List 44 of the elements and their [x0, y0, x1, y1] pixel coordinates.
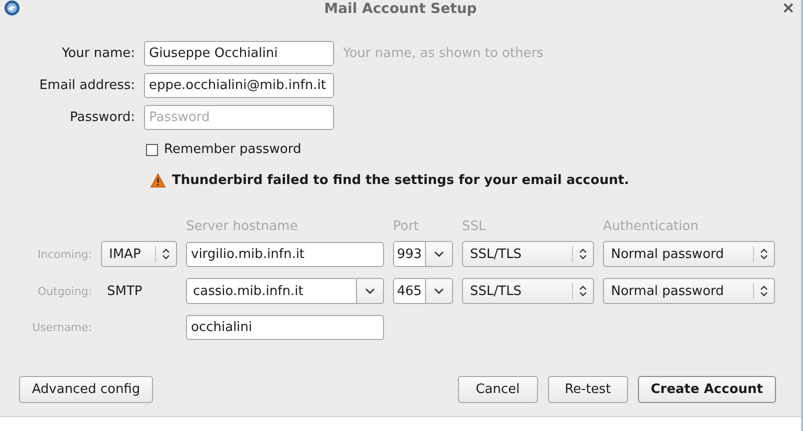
authentication-select[interactable]: Normal password — [603, 278, 775, 304]
warning-message: Thunderbird failed to find the settings for your email account. — [172, 173, 630, 188]
dialog-button[interactable]: Cancel — [458, 376, 538, 403]
port-combo[interactable]: 993 — [393, 241, 453, 267]
up-down-arrows-icon — [760, 248, 768, 260]
window-title: Mail Account Setup — [324, 1, 477, 17]
field-hint: Your name, as shown to others — [343, 46, 544, 61]
protocol-label: SMTP — [106, 284, 144, 298]
warning-icon — [150, 173, 166, 188]
column-header: Port — [393, 218, 420, 236]
up-down-arrows-icon — [579, 248, 587, 260]
ssl-select[interactable]: SSL/TLS — [462, 278, 594, 304]
field-label: Your name: — [60, 46, 135, 61]
up-down-arrows-icon — [162, 248, 170, 260]
chevron-down-icon — [434, 288, 444, 294]
dialog-button[interactable]: Advanced config — [19, 376, 154, 403]
up-down-arrows-icon — [760, 285, 768, 297]
input-field[interactable]: Giuseppe Occhialini — [144, 41, 334, 66]
bird-logo-icon — [4, 0, 20, 16]
input-field[interactable]: eppe.occhialini@mib.infn.it — [144, 73, 334, 98]
up-down-arrows-icon — [579, 285, 587, 297]
input-field[interactable]: Password — [144, 105, 334, 130]
column-header: Server hostname — [186, 218, 299, 236]
chevron-down-icon — [434, 251, 444, 257]
checkbox[interactable] — [146, 144, 158, 156]
column-header: Authentication — [603, 218, 700, 236]
protocol-select[interactable]: IMAP — [101, 241, 177, 267]
port-combo[interactable]: 465 — [393, 278, 453, 304]
username-field[interactable]: occhialini — [186, 315, 384, 340]
chevron-down-icon — [365, 288, 375, 294]
column-header: SSL — [462, 218, 487, 236]
field-label: Password: — [68, 110, 135, 125]
close-button[interactable]: × — [782, 0, 795, 17]
authentication-select[interactable]: Normal password — [603, 241, 775, 267]
row-label: Username: — [31, 321, 92, 334]
field-label: Email address: — [38, 78, 135, 93]
dialog-button[interactable]: Re-test — [548, 376, 628, 403]
row-label: Outgoing: — [36, 284, 92, 298]
checkbox-label[interactable]: Remember password — [164, 142, 302, 157]
ssl-select[interactable]: SSL/TLS — [462, 241, 594, 267]
hostname-combo[interactable]: cassio.mib.infn.it — [186, 278, 384, 304]
hostname-field[interactable]: virgilio.mib.infn.it — [186, 242, 384, 266]
dialog-button[interactable]: Create Account — [638, 376, 776, 403]
row-label: Incoming: — [36, 248, 92, 260]
